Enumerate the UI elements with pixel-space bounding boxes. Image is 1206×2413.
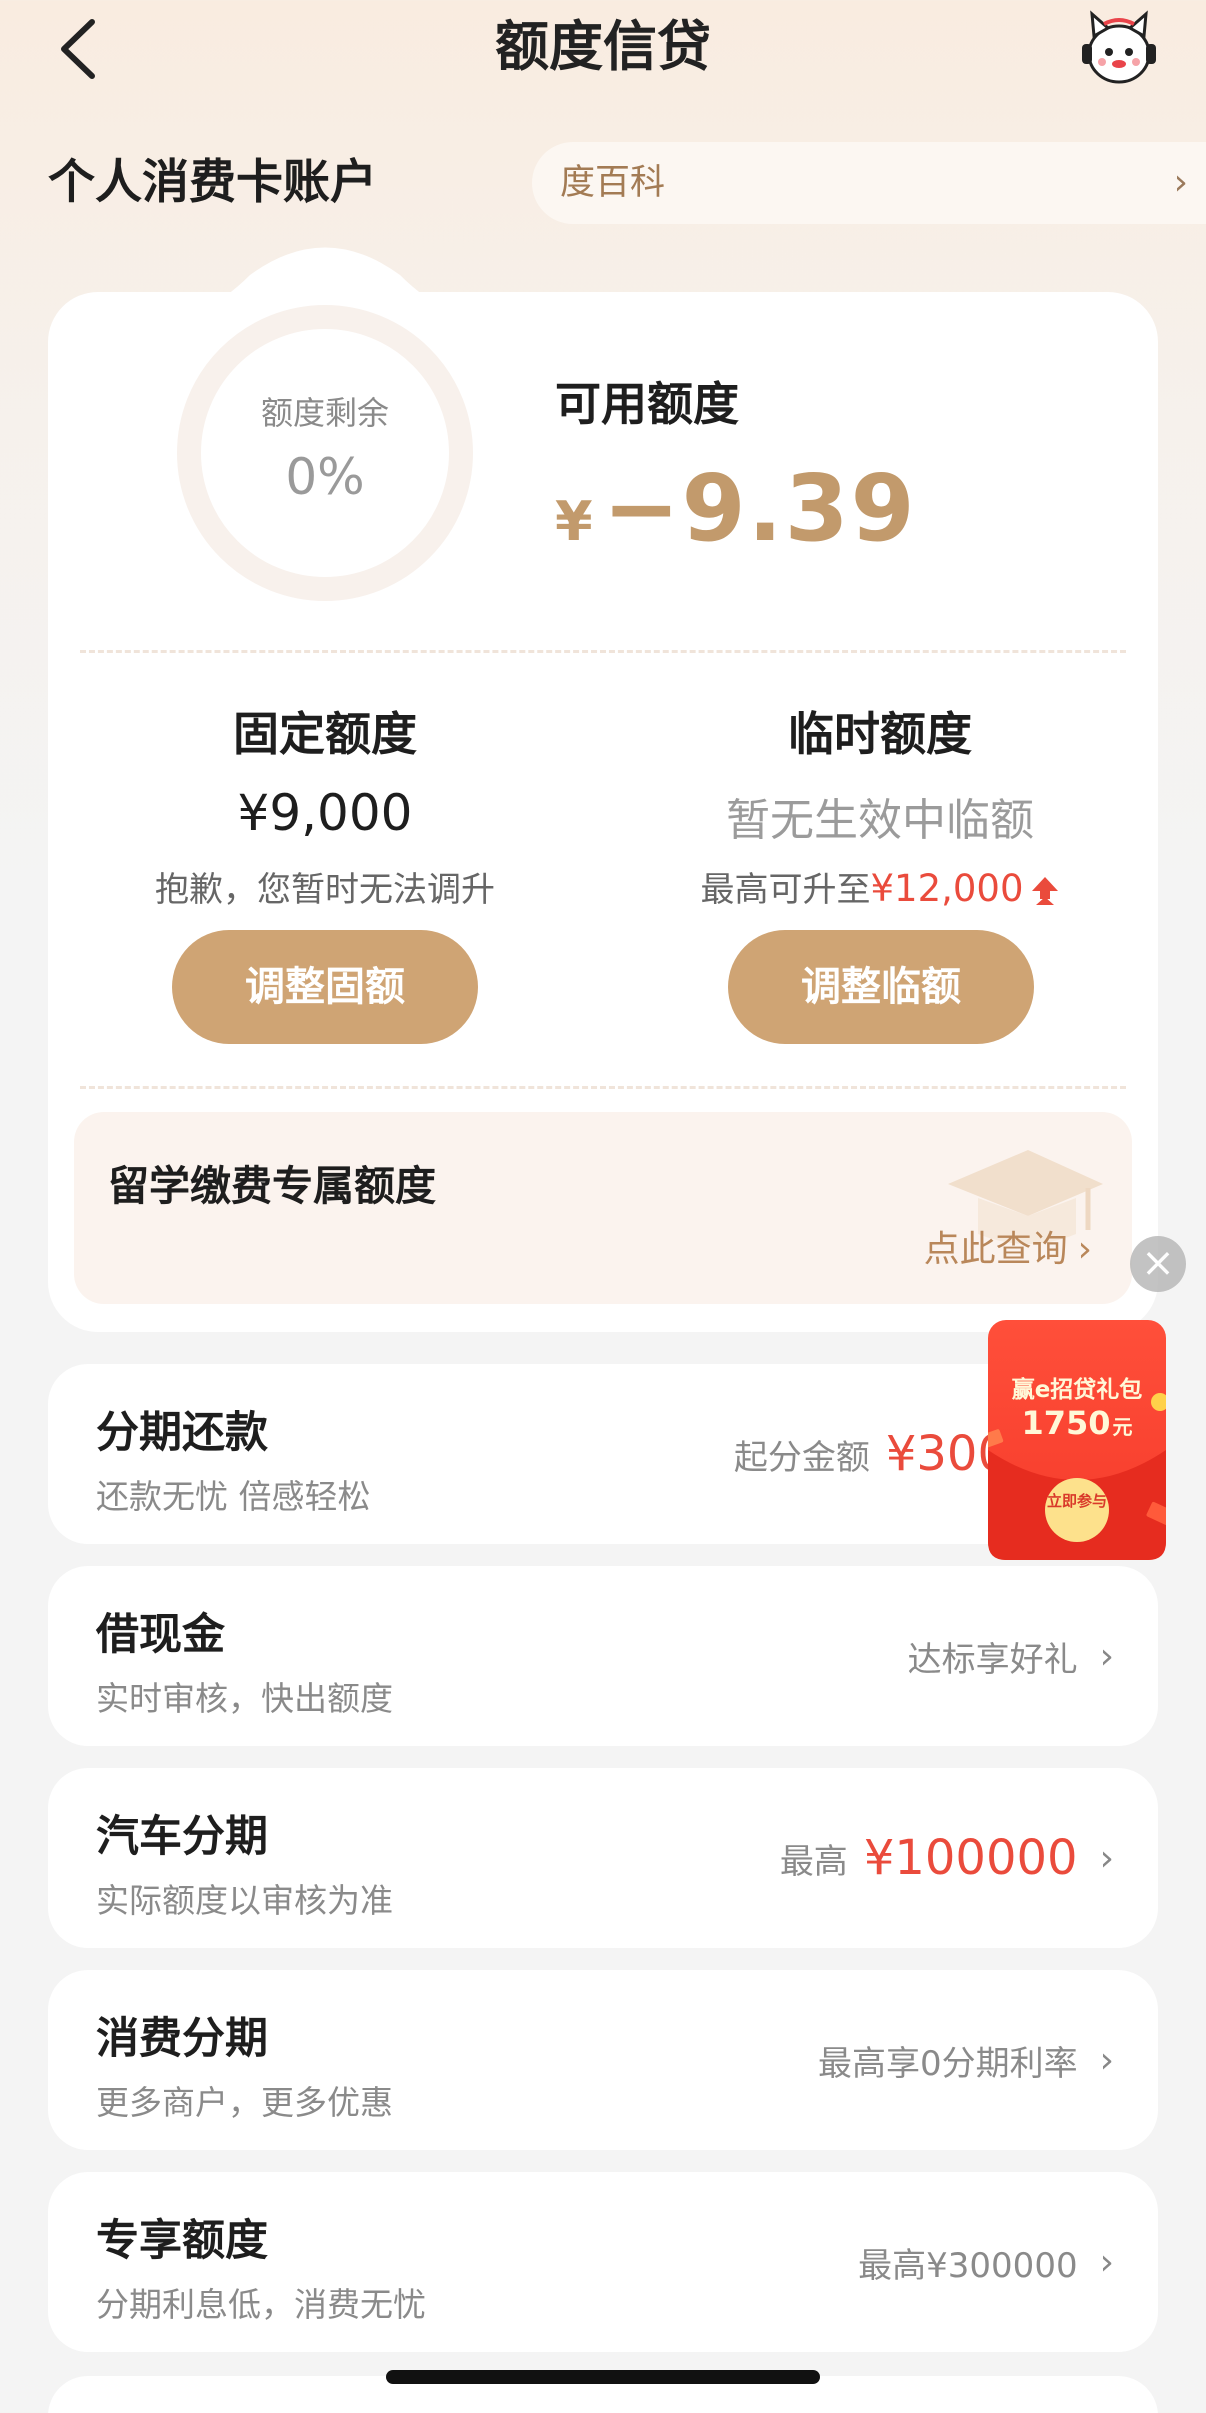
currency-symbol: ¥ <box>555 490 593 553</box>
query-link-label: 点此查询 <box>923 1229 1068 1270</box>
promo-join-button[interactable]: 立即参与 <box>1045 1478 1109 1542</box>
item-title: 专享额度 <box>96 2216 268 2266</box>
page-title: 额度信贷 <box>495 15 711 78</box>
notice-marquee[interactable]: 度百科 › <box>532 142 1206 224</box>
item-subtitle: 更多商户，更多优惠 <box>96 2083 393 2122</box>
item-title: 分期还款 <box>96 1408 268 1458</box>
chevron-right-icon: › <box>1077 1229 1092 1270</box>
chevron-right-icon: › <box>1099 1837 1114 1879</box>
item-right-label: 最高 <box>779 1841 848 1882</box>
promo-title: 赢e招贷礼包 <box>1011 1377 1143 1403</box>
item-right-label: 起分金额 <box>733 1437 870 1478</box>
list-item-cash-loan[interactable]: 借现金 实时审核，快出额度 达标享好礼 › <box>48 1566 1158 1746</box>
promo-unit: 元 <box>1112 1415 1133 1439</box>
temp-quota-status: 暂无生效中临额 <box>726 795 1034 846</box>
item-title: 汽车分期 <box>96 1812 268 1862</box>
promo-amount: 1750 <box>1021 1404 1111 1442</box>
fixed-quota-title: 固定额度 <box>233 707 417 761</box>
ring-label: 额度剩余 <box>260 394 389 432</box>
chevron-right-icon: › <box>1173 162 1188 203</box>
adjust-temp-quota-button[interactable]: 调整临额 <box>728 930 1034 1044</box>
item-subtitle: 分期利息低，消费无忧 <box>96 2285 426 2324</box>
marquee-text: 度百科 <box>560 163 666 203</box>
item-right-info: 最高 ¥100000 › <box>780 1768 1114 1948</box>
chevron-right-icon: › <box>1099 2241 1114 2283</box>
available-quota-value: ¥ −9.39 <box>555 455 917 562</box>
item-subtitle: 还款无忧 倍感轻松 <box>96 1477 371 1516</box>
temp-quota-title: 临时额度 <box>788 707 972 761</box>
item-right-info: 起分金额 ¥300 <box>734 1364 1008 1544</box>
item-right-label: 达标享好礼 <box>907 1639 1078 1680</box>
close-promo-button[interactable]: × <box>1130 1236 1186 1292</box>
item-subtitle: 实际额度以审核为准 <box>96 1881 393 1920</box>
temp-max-amount: ¥12,000 <box>870 867 1024 910</box>
study-abroad-quota-card[interactable]: 留学缴费专属额度 点此查询 › <box>74 1112 1132 1304</box>
arrow-up-icon <box>1031 876 1058 905</box>
ring-percentage: 0% <box>285 448 365 506</box>
study-abroad-query-link[interactable]: 点此查询 › <box>924 1220 1092 1272</box>
adjust-fixed-quota-button[interactable]: 调整固额 <box>172 930 478 1044</box>
available-quota-label: 可用额度 <box>555 377 739 431</box>
item-title: 消费分期 <box>96 2014 268 2064</box>
chevron-right-icon: › <box>1099 2039 1114 2081</box>
account-title: 个人消费卡账户 <box>48 155 377 210</box>
fixed-quota-amount: ¥9,000 <box>237 784 413 842</box>
study-abroad-title: 留学缴费专属额度 <box>108 1162 436 1210</box>
list-item-car-installment[interactable]: 汽车分期 实际额度以审核为准 最高 ¥100000 › <box>48 1768 1158 1948</box>
mascot-avatar-icon[interactable] <box>1078 10 1160 88</box>
item-right-amount: ¥100000 <box>863 1830 1078 1886</box>
item-right-info: 最高¥300000 › <box>858 2172 1114 2352</box>
divider <box>80 650 1126 653</box>
item-right-label: 最高¥300000 <box>858 2245 1078 2286</box>
temp-note-prefix: 最高可升至 <box>700 870 871 910</box>
item-right-info: 最高享0分期利率 › <box>818 1970 1114 2150</box>
promo-amount-line: 1750 元 <box>988 1404 1166 1442</box>
chevron-right-icon: › <box>1099 1635 1114 1677</box>
divider <box>80 1086 1126 1089</box>
temp-quota-note: 最高可升至¥12,000 <box>620 862 1140 911</box>
list-item-exclusive-quota[interactable]: 专享额度 分期利息低，消费无忧 最高¥300000 › <box>48 2172 1158 2352</box>
list-item-consumer-installment[interactable]: 消费分期 更多商户，更多优惠 最高享0分期利率 › <box>48 1970 1158 2150</box>
available-amount: −9.39 <box>602 455 917 562</box>
item-subtitle: 实时审核，快出额度 <box>96 1679 393 1718</box>
fixed-quota-note: 抱歉，您暂时无法调升 <box>155 870 495 910</box>
home-indicator[interactable] <box>386 2370 820 2384</box>
item-right-label: 最高享0分期利率 <box>817 2043 1078 2084</box>
item-title: 借现金 <box>96 1610 225 1660</box>
promo-gift-banner[interactable]: 赢e招贷礼包 1750 元 立即参与 <box>988 1320 1166 1560</box>
item-right-info: 达标享好礼 › <box>908 1566 1114 1746</box>
